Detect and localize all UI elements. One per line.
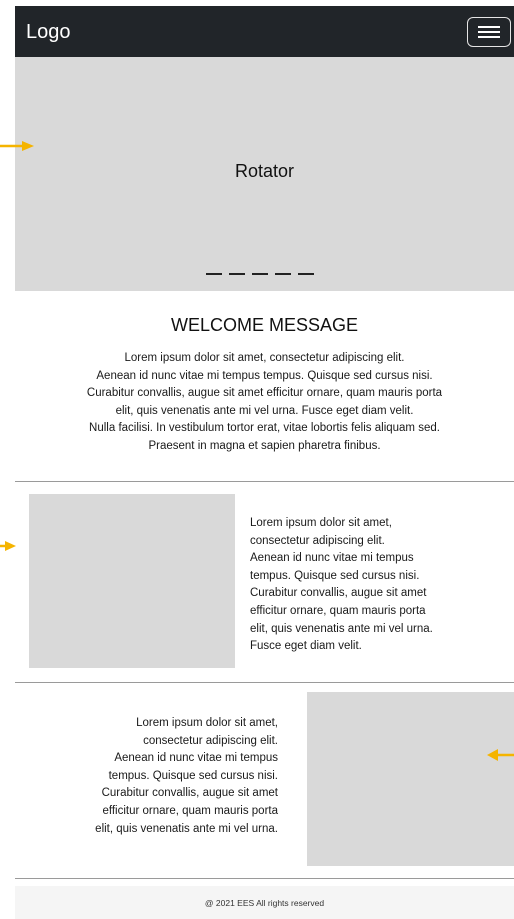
hamburger-line-middle xyxy=(478,31,500,33)
footer-copyright: @ 2021 EES All rights reserved xyxy=(204,898,325,908)
hamburger-menu-button[interactable] xyxy=(467,17,511,47)
arrow-left-icon xyxy=(487,749,514,761)
rotator-indicator-3[interactable] xyxy=(252,273,268,275)
section2-image-placeholder xyxy=(307,692,514,866)
section1-image-placeholder xyxy=(29,494,235,668)
section2-text: Lorem ipsum dolor sit amet, consectetur … xyxy=(95,717,278,835)
rotator-indicator-4[interactable] xyxy=(275,273,291,275)
section-divider xyxy=(15,878,514,879)
rotator-carousel: Rotator xyxy=(15,57,514,291)
rotator-indicator-1[interactable] xyxy=(206,273,222,275)
navbar: Logo xyxy=(15,6,514,57)
rotator-indicator-2[interactable] xyxy=(229,273,245,275)
footer: @ 2021 EES All rights reserved xyxy=(15,886,514,919)
section-divider xyxy=(15,481,514,482)
section-divider xyxy=(15,682,514,683)
rotator-indicators xyxy=(206,273,314,277)
hamburger-line-bottom xyxy=(478,36,500,38)
page-frame: Logo Rotator WELCOME MESSAGE Lorem ipsum… xyxy=(15,6,514,919)
hamburger-line-top xyxy=(478,26,500,28)
welcome-title: WELCOME MESSAGE xyxy=(170,315,359,335)
welcome-text: Lorem ipsum dolor sit amet, consectetur … xyxy=(86,352,443,452)
section1-text: Lorem ipsum dolor sit amet, consectetur … xyxy=(250,517,433,653)
logo[interactable]: Logo xyxy=(26,19,71,45)
arrow-right-icon xyxy=(0,541,16,551)
arrow-right-icon xyxy=(0,141,34,151)
rotator-title: Rotator xyxy=(234,161,295,181)
rotator-indicator-5[interactable] xyxy=(298,273,314,275)
